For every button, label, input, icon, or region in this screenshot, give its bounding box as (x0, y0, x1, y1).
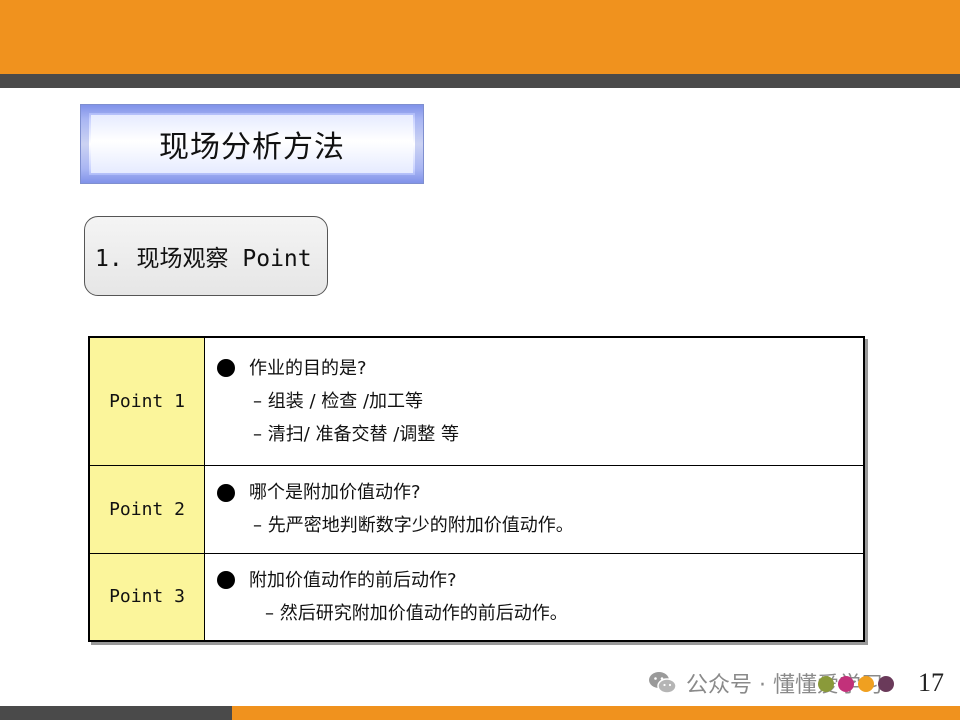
point-label: Point 1 (88, 336, 205, 466)
table-row: Point 2 哪个是附加价值动作? – 先严密地判断数字少的附加价值动作。 (88, 464, 865, 554)
slide-title: 现场分析方法 (159, 130, 345, 165)
subtitle-box: 1. 现场观察 Point (84, 216, 328, 296)
detail-line: – 组装 / 检查 /加工等 (253, 390, 424, 412)
slide-subtitle: 1. 现场观察 Point (95, 246, 312, 272)
point-content: 附加价值动作的前后动作? – 然后研究附加价值动作的前后动作。 (204, 552, 865, 642)
orange-dot (858, 676, 874, 692)
detail-line: – 然后研究附加价值动作的前后动作。 (265, 602, 568, 624)
footer-stripe-orange (232, 706, 960, 720)
question-line: 附加价值动作的前后动作? (217, 564, 863, 597)
purple-dot (878, 676, 894, 692)
detail-line: – 先严密地判断数字少的附加价值动作。 (253, 515, 574, 536)
header-stripe (0, 74, 960, 88)
bullet-icon (217, 483, 235, 502)
question-text: 作业的目的是? (249, 357, 367, 379)
page-number: 17 (918, 668, 944, 697)
point-label: Point 2 (88, 464, 205, 554)
question-text: 哪个是附加价值动作? (249, 482, 421, 503)
question-line: 作业的目的是? (217, 352, 863, 385)
point-content: 哪个是附加价值动作? – 先严密地判断数字少的附加价值动作。 (204, 464, 865, 554)
green-dot (818, 676, 834, 692)
points-table: Point 1 作业的目的是? – 组装 / 检查 /加工等 – 清扫/ 准备交… (88, 336, 865, 642)
decorative-dots (818, 676, 894, 692)
bullet-icon (217, 571, 235, 590)
question-text: 附加价值动作的前后动作? (249, 569, 457, 591)
question-line: 哪个是附加价值动作? (217, 476, 863, 509)
point-content: 作业的目的是? – 组装 / 检查 /加工等 – 清扫/ 准备交替 /调整 等 (204, 336, 865, 466)
footer-stripe-dark (0, 706, 232, 720)
table-row: Point 1 作业的目的是? – 组装 / 检查 /加工等 – 清扫/ 准备交… (88, 336, 865, 466)
wechat-icon (649, 672, 677, 694)
title-box: 现场分析方法 (80, 104, 424, 184)
header-band (0, 0, 960, 74)
pink-dot (838, 676, 854, 692)
title-inner: 现场分析方法 (91, 115, 413, 173)
point-label: Point 3 (88, 552, 205, 642)
bullet-icon (217, 359, 235, 378)
detail-line: – 清扫/ 准备交替 /调整 等 (253, 423, 460, 445)
table-row: Point 3 附加价值动作的前后动作? – 然后研究附加价值动作的前后动作。 (88, 552, 865, 642)
